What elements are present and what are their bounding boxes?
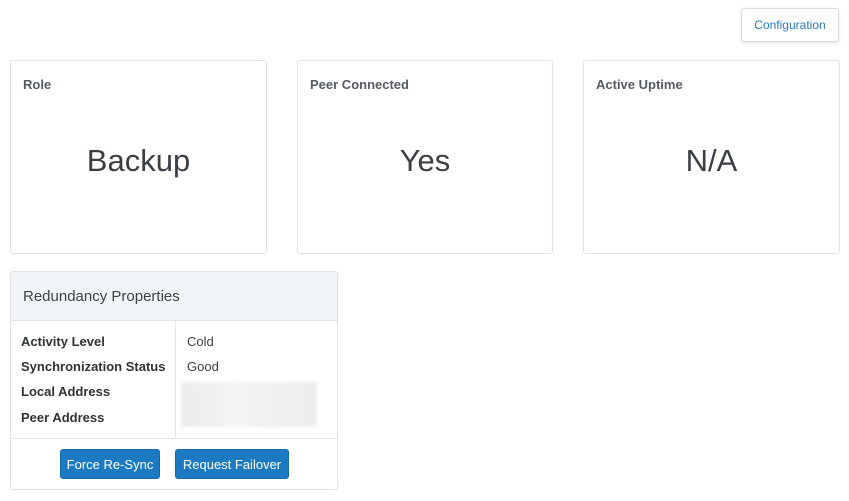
- active-uptime-card: Active Uptime N/A: [583, 60, 840, 254]
- role-card: Role Backup: [10, 60, 267, 254]
- card-value: Backup: [86, 143, 191, 178]
- column-divider: [175, 321, 176, 438]
- local-address-label: Local Address: [21, 384, 111, 399]
- card-value: Yes: [399, 143, 451, 178]
- card-title: Active Uptime: [596, 77, 683, 92]
- peer-connected-card: Peer Connected Yes: [297, 60, 553, 254]
- card-title: Role: [23, 77, 52, 92]
- redundancy-status-page: Configuration Role Backup Peer Connected…: [0, 0, 849, 501]
- activity-level-value: Cold: [187, 334, 214, 349]
- properties-table: Activity Level Cold Synchronization Stat…: [11, 321, 337, 439]
- redundancy-properties-panel: Redundancy Properties Activity Level Col…: [10, 271, 338, 490]
- peer-address-label: Peer Address: [21, 410, 105, 425]
- force-resync-button[interactable]: Force Re-Sync: [60, 449, 160, 479]
- sync-status-value: Good: [187, 359, 219, 374]
- sync-status-label: Synchronization Status: [21, 359, 166, 374]
- activity-level-label: Activity Level: [21, 334, 105, 349]
- request-failover-button[interactable]: Request Failover: [175, 449, 289, 479]
- card-title: Peer Connected: [310, 77, 409, 92]
- redacted-addresses: [181, 382, 317, 427]
- card-value: N/A: [685, 143, 738, 178]
- panel-actions: Force Re-Sync Request Failover: [11, 439, 337, 489]
- configuration-button[interactable]: Configuration: [741, 8, 839, 42]
- panel-title: Redundancy Properties: [11, 272, 337, 321]
